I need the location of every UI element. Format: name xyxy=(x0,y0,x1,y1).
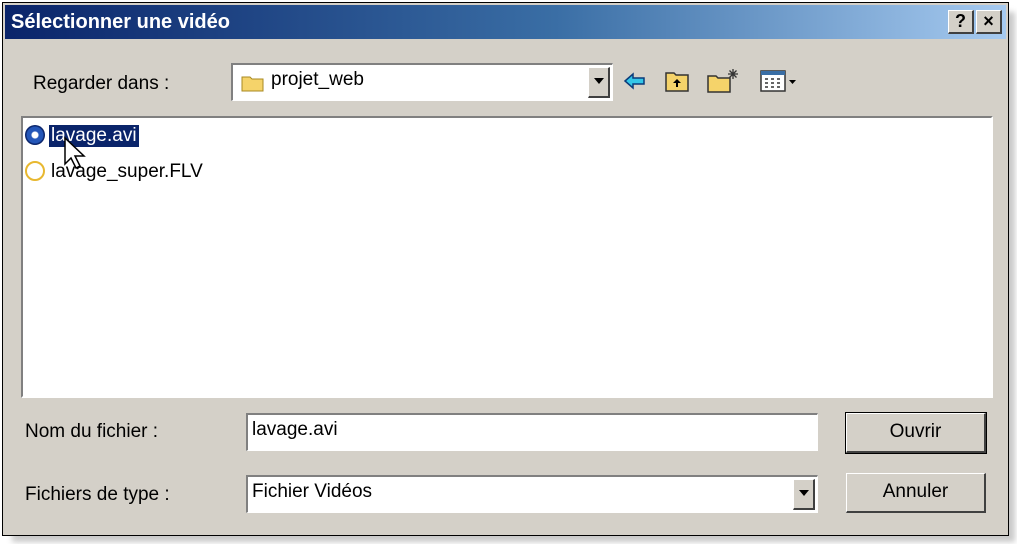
filetype-label: Fichiers de type : xyxy=(25,484,170,505)
window-title: Sélectionner une vidéo xyxy=(11,11,230,33)
up-folder-icon[interactable] xyxy=(663,67,691,95)
filename-input[interactable]: lavage.avi xyxy=(246,413,818,451)
filetype-value: Fichier Vidéos xyxy=(252,481,373,502)
look-in-value: projet_web xyxy=(271,69,364,90)
view-menu-icon[interactable] xyxy=(759,67,799,95)
open-button[interactable]: Ouvrir xyxy=(845,412,987,454)
filename-label: Nom du fichier : xyxy=(25,421,159,442)
look-in-combobox[interactable]: projet_web xyxy=(231,63,613,101)
look-in-label: Regarder dans : xyxy=(33,73,170,94)
help-button[interactable]: ? xyxy=(948,10,974,34)
avi-video-icon xyxy=(25,125,45,145)
close-button[interactable]: × xyxy=(976,10,1002,34)
cancel-button[interactable]: Annuler xyxy=(846,473,986,513)
mouse-cursor-icon xyxy=(64,136,86,170)
title-bar[interactable]: Sélectionner une vidéo ? × xyxy=(5,5,1006,39)
file-open-dialog: Sélectionner une vidéo ? × Regarder dans… xyxy=(2,2,1009,536)
filetype-dropdown-arrow[interactable] xyxy=(793,479,815,510)
look-in-dropdown-arrow[interactable] xyxy=(588,67,610,98)
filetype-select[interactable]: Fichier Vidéos xyxy=(246,475,818,513)
file-list[interactable]: lavage.avi lavage_super.FLV xyxy=(21,116,993,398)
folder-icon xyxy=(241,76,264,92)
back-icon[interactable] xyxy=(621,67,649,95)
filename-value: lavage.avi xyxy=(252,419,338,440)
new-folder-icon[interactable] xyxy=(705,67,741,95)
flv-file-icon xyxy=(25,161,45,181)
